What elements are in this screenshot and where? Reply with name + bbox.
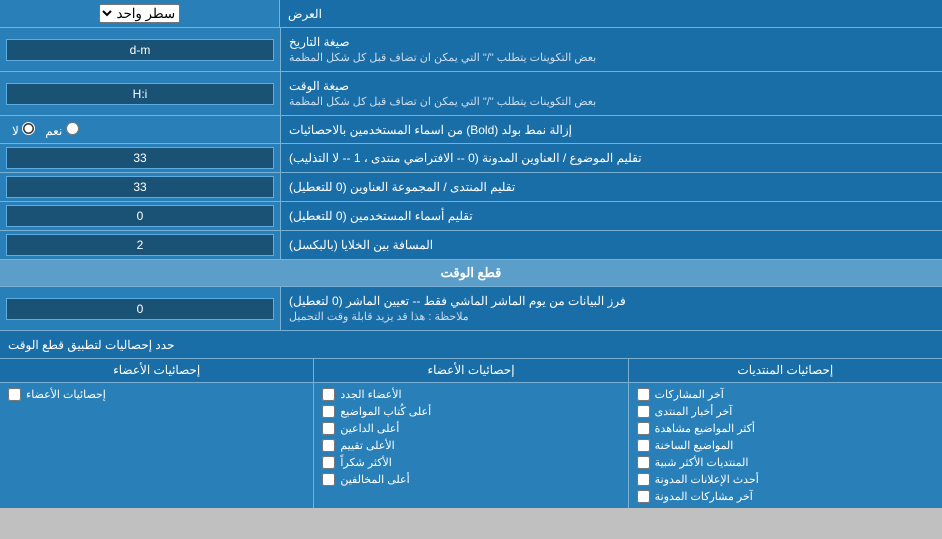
list-item: أحدث الإعلانات المدونة: [637, 473, 934, 486]
bold-no-label: لا: [12, 122, 35, 138]
col1-header: إحصائيات المنتديات: [628, 359, 942, 382]
checkbox-col1-4[interactable]: [637, 439, 650, 452]
time-format-label: صيغة الوقت بعض التكوينات يتطلب "/" التي …: [280, 72, 942, 115]
list-item: آخر مشاركات المدونة: [637, 490, 934, 503]
forum-input[interactable]: [6, 176, 274, 198]
spacing-row: المسافة بين الخلايا (بالبكسل): [0, 231, 942, 260]
list-item: أعلى المخالفين: [322, 473, 619, 486]
checkbox-col1-3[interactable]: [637, 422, 650, 435]
main-container: العرض سطر واحد صيغة التاريخ بعض التكوينا…: [0, 0, 942, 508]
date-format-row: صيغة التاريخ بعض التكوينات يتطلب "/" الت…: [0, 28, 942, 72]
cutoff-header: قطع الوقت: [0, 260, 942, 287]
list-item: المنتديات الأكثر شبية: [637, 456, 934, 469]
list-item: الأعضاء الجدد: [322, 388, 619, 401]
display-label: العرض: [280, 0, 942, 27]
forum-input-container[interactable]: [0, 173, 280, 201]
usernames-row: تقليم أسماء المستخدمين (0 للتعطيل): [0, 202, 942, 231]
limit-label: حدد إحصاليات لتطبيق قطع الوقت: [0, 331, 942, 358]
spacing-input[interactable]: [6, 234, 274, 256]
list-item: أكثر المواضيع مشاهدة: [637, 422, 934, 435]
display-select[interactable]: سطر واحد: [99, 4, 180, 23]
date-format-label: صيغة التاريخ بعض التكوينات يتطلب "/" الت…: [280, 28, 942, 71]
bold-yes-label: نعم: [45, 122, 78, 138]
time-format-input-container[interactable]: [0, 72, 280, 115]
forum-label: تقليم المنتدى / المجموعة العناوين (0 للت…: [280, 173, 942, 201]
checkbox-col1-6[interactable]: [637, 473, 650, 486]
checkbox-col2-4[interactable]: [322, 439, 335, 452]
list-item: إحصائيات الأعضاء: [8, 388, 305, 401]
col1-checkboxes: آخر المشاركات آخر أخبار المنتدى أكثر الم…: [628, 383, 942, 508]
bold-yes-radio[interactable]: [66, 122, 79, 135]
checkbox-col2-2[interactable]: [322, 405, 335, 418]
list-item: أعلى كُتاب المواضيع: [322, 405, 619, 418]
list-item: آخر المشاركات: [637, 388, 934, 401]
list-item: المواضيع الساخنة: [637, 439, 934, 452]
col2-checkboxes: الأعضاء الجدد أعلى كُتاب المواضيع أعلى ا…: [313, 383, 627, 508]
checkboxes-content: آخر المشاركات آخر أخبار المنتدى أكثر الم…: [0, 383, 942, 508]
cutoff-label: فرز البيانات من يوم الماشر الماشي فقط --…: [280, 287, 942, 330]
col3-header: إحصائيات الأعضاء: [0, 359, 313, 382]
checkboxes-headers: إحصائيات المنتديات إحصائيات الأعضاء إحصا…: [0, 359, 942, 383]
col2-header: إحصائيات الأعضاء: [313, 359, 627, 382]
checkbox-col2-1[interactable]: [322, 388, 335, 401]
checkbox-col2-3[interactable]: [322, 422, 335, 435]
subjects-label: تقليم الموضوع / العناوين المدونة (0 -- ا…: [280, 144, 942, 172]
display-row: العرض سطر واحد: [0, 0, 942, 28]
usernames-input-container[interactable]: [0, 202, 280, 230]
time-format-row: صيغة الوقت بعض التكوينات يتطلب "/" التي …: [0, 72, 942, 116]
cutoff-input-container[interactable]: [0, 287, 280, 330]
checkbox-col2-5[interactable]: [322, 456, 335, 469]
subjects-input[interactable]: [6, 147, 274, 169]
bold-radio-container: نعم لا: [0, 116, 280, 143]
date-format-input[interactable]: [6, 39, 274, 61]
bold-label: إزالة نمط بولد (Bold) من اسماء المستخدمي…: [280, 116, 942, 143]
spacing-label: المسافة بين الخلايا (بالبكسل): [280, 231, 942, 259]
limit-row: حدد إحصاليات لتطبيق قطع الوقت: [0, 331, 942, 359]
checkbox-col1-7[interactable]: [637, 490, 650, 503]
usernames-input[interactable]: [6, 205, 274, 227]
bold-no-radio[interactable]: [22, 122, 35, 135]
list-item: آخر أخبار المنتدى: [637, 405, 934, 418]
checkbox-col3-1[interactable]: [8, 388, 21, 401]
checkbox-col2-6[interactable]: [322, 473, 335, 486]
time-format-input[interactable]: [6, 83, 274, 105]
spacing-input-container[interactable]: [0, 231, 280, 259]
checkbox-col1-2[interactable]: [637, 405, 650, 418]
checkbox-col1-1[interactable]: [637, 388, 650, 401]
list-item: أعلى الداعين: [322, 422, 619, 435]
usernames-label: تقليم أسماء المستخدمين (0 للتعطيل): [280, 202, 942, 230]
subjects-row: تقليم الموضوع / العناوين المدونة (0 -- ا…: [0, 144, 942, 173]
checkbox-col1-5[interactable]: [637, 456, 650, 469]
subjects-input-container[interactable]: [0, 144, 280, 172]
forum-row: تقليم المنتدى / المجموعة العناوين (0 للت…: [0, 173, 942, 202]
list-item: الأعلى تقييم: [322, 439, 619, 452]
date-format-input-container[interactable]: [0, 28, 280, 71]
bold-row: إزالة نمط بولد (Bold) من اسماء المستخدمي…: [0, 116, 942, 144]
checkboxes-section: إحصائيات المنتديات إحصائيات الأعضاء إحصا…: [0, 359, 942, 508]
cutoff-input[interactable]: [6, 298, 274, 320]
col3-checkboxes: إحصائيات الأعضاء: [0, 383, 313, 508]
list-item: الأكثر شكراً: [322, 456, 619, 469]
display-select-container[interactable]: سطر واحد: [0, 0, 280, 27]
cutoff-row: فرز البيانات من يوم الماشر الماشي فقط --…: [0, 287, 942, 331]
